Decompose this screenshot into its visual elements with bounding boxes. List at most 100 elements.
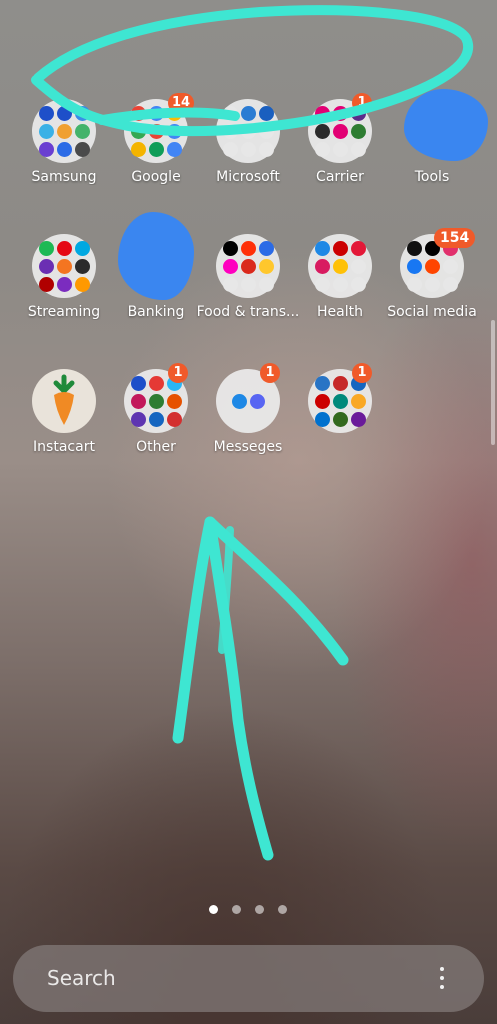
mini-app-icon (258, 123, 274, 139)
mini-app-icon (166, 411, 182, 427)
app-folder-carrier[interactable]: 1 Carrier (294, 93, 386, 209)
mini-app-icon (332, 276, 348, 292)
health-folder-icon (308, 234, 372, 298)
app-folder-food-trans[interactable]: Food & trans... (197, 234, 299, 344)
app-label: Microsoft (216, 169, 280, 185)
mini-app-icon (258, 105, 274, 121)
mini-app-icon (332, 240, 348, 256)
app-label: Tools (414, 169, 450, 185)
search-bar[interactable]: Search (13, 945, 484, 1012)
edge-panel-handle[interactable] (491, 320, 495, 445)
page-dot[interactable] (209, 905, 218, 914)
mini-app-icon (130, 105, 146, 121)
notification-badge: 154 (434, 228, 476, 248)
mini-app-icon (332, 258, 348, 274)
mini-app-icon (56, 141, 72, 157)
page-indicator[interactable] (209, 904, 289, 916)
mini-app-icon (350, 258, 366, 274)
mini-app-icon (314, 411, 330, 427)
mini-app-icon (74, 240, 90, 256)
page-dot[interactable] (255, 905, 264, 914)
mini-app-icon (148, 393, 164, 409)
mini-app-icon (314, 258, 330, 274)
mini-app-icon (442, 258, 458, 274)
mini-app-icon (350, 393, 366, 409)
more-vert-icon[interactable] (431, 963, 453, 993)
streaming-folder-icon (32, 234, 96, 298)
mini-app-icon (240, 240, 256, 256)
food-folder-icon (216, 234, 280, 298)
notification-badge: 14 (168, 93, 195, 113)
mini-app-icon (332, 411, 348, 427)
mini-app-icon (148, 141, 164, 157)
search-placeholder: Search (47, 966, 116, 990)
mini-app-icon (130, 141, 146, 157)
mini-app-icon (240, 105, 256, 121)
app-folder-microsoft[interactable]: Microsoft (202, 99, 294, 209)
mini-app-icon (332, 123, 348, 139)
app-folder-instacart[interactable]: Instacart (18, 369, 110, 479)
mini-app-icon (240, 123, 256, 139)
mini-app-icon (332, 393, 348, 409)
app-label: Health (317, 304, 363, 320)
microsoft-folder-icon (216, 99, 280, 163)
mini-app-icon (74, 276, 90, 292)
app-folder-tools[interactable]: Tools (386, 89, 488, 209)
page-dot[interactable] (232, 905, 241, 914)
mini-app-icon (314, 276, 330, 292)
mini-app-icon (332, 375, 348, 391)
app-row: Samsung 14 Google Microsoft 1 Carrier Tools (18, 89, 488, 209)
page-dot[interactable] (278, 905, 287, 914)
instacart-carrot-icon (32, 369, 96, 433)
banking-folder-icon (118, 212, 194, 300)
mini-app-icon (56, 258, 72, 274)
mini-app-icon (240, 258, 256, 274)
app-folder-unnamed[interactable]: 1 (294, 363, 386, 479)
mini-app-icon (222, 105, 238, 121)
app-label: Streaming (27, 304, 101, 320)
mini-app-icon (148, 375, 164, 391)
mini-app-icon (222, 276, 238, 292)
mini-app-icon (406, 258, 422, 274)
notification-badge: 1 (260, 363, 280, 383)
mini-app-icon (442, 276, 458, 292)
mini-app-icon (74, 141, 90, 157)
mini-app-icon (166, 123, 182, 139)
mini-app-icon (249, 393, 265, 409)
mini-app-icon (74, 258, 90, 274)
app-folder-social-media[interactable]: 154 Social media (386, 228, 478, 344)
app-row: Streaming Banking Food & trans... Health 154… (18, 212, 478, 344)
mini-app-icon (222, 258, 238, 274)
mini-app-icon (74, 123, 90, 139)
notification-badge: 1 (352, 93, 372, 113)
app-folder-health[interactable]: Health (294, 234, 386, 344)
mini-app-icon (130, 123, 146, 139)
mini-app-icon (38, 258, 54, 274)
app-label: Carrier (316, 169, 364, 185)
mini-app-icon (350, 123, 366, 139)
app-folder-samsung[interactable]: Samsung (18, 99, 110, 209)
mini-app-icon (231, 393, 247, 409)
app-folder-banking[interactable]: Banking (110, 212, 202, 344)
mini-app-icon (38, 105, 54, 121)
mini-app-icon (314, 375, 330, 391)
mini-app-icon (166, 141, 182, 157)
mini-app-icon (314, 393, 330, 409)
app-label: Messeges (213, 439, 283, 455)
mini-app-icon (314, 123, 330, 139)
mini-app-icon (314, 141, 330, 157)
mini-app-icon (148, 411, 164, 427)
mini-app-icon (406, 276, 422, 292)
mini-app-icon (314, 105, 330, 121)
app-folder-messeges[interactable]: 1 Messeges (202, 363, 294, 479)
mini-app-icon (130, 393, 146, 409)
app-folder-other[interactable]: 1 Other (110, 363, 202, 479)
app-folder-streaming[interactable]: Streaming (18, 234, 110, 344)
annotation-arrow-shaft (172, 516, 274, 861)
app-label: Google (131, 169, 181, 185)
mini-app-icon (222, 141, 238, 157)
app-folder-google[interactable]: 14 Google (110, 93, 202, 209)
app-label: Other (136, 439, 176, 455)
app-label: Social media (387, 304, 477, 320)
mini-app-icon (38, 123, 54, 139)
